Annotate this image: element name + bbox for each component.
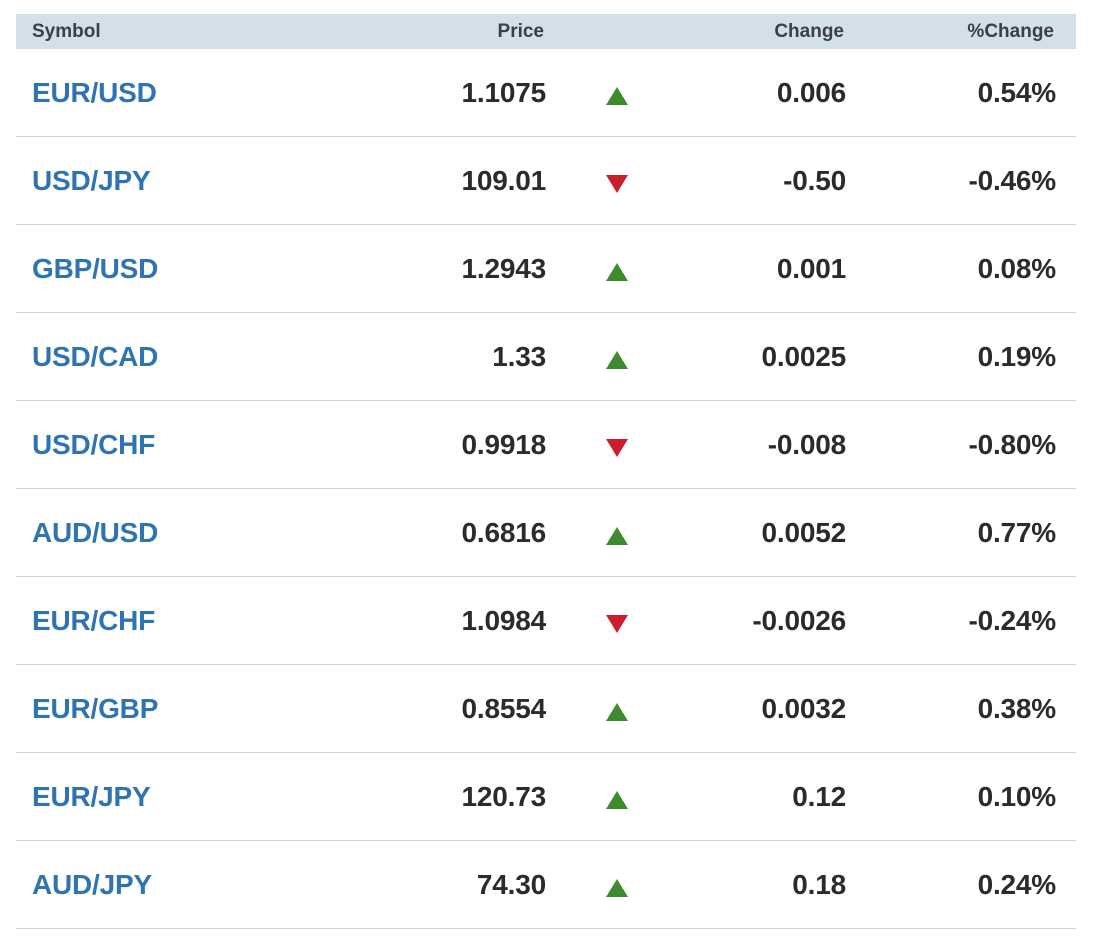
symbol-link[interactable]: AUD/USD xyxy=(32,489,158,577)
price-value: 109.01 xyxy=(461,165,547,196)
pct-change-value: -0.46% xyxy=(968,165,1056,196)
pct-change-value: 0.24% xyxy=(977,869,1057,900)
table-row: GBP/USD 1.2943 0.001 0.08% xyxy=(16,225,1076,313)
pct-change-value: 0.38% xyxy=(977,693,1057,724)
pct-change-value: -0.24% xyxy=(968,605,1056,636)
change-value: 0.12 xyxy=(792,781,846,812)
triangle-up-icon xyxy=(606,351,628,369)
symbol-link[interactable]: USD/JPY xyxy=(32,137,151,225)
symbol-link[interactable]: USD/CHF xyxy=(32,401,155,489)
symbol-link[interactable]: USD/CAD xyxy=(32,313,158,401)
pct-change-value: 0.77% xyxy=(977,517,1057,548)
symbol-link[interactable]: AUD/JPY xyxy=(32,841,152,929)
table-header: Symbol Price Change %Change xyxy=(16,14,1076,49)
price-value: 74.30 xyxy=(476,869,546,900)
triangle-up-icon xyxy=(606,87,628,105)
triangle-down-icon xyxy=(606,439,628,457)
table-row: EUR/CHF 1.0984 -0.0026 -0.24% xyxy=(16,577,1076,665)
symbol-link[interactable]: EUR/CHF xyxy=(32,577,155,665)
change-value: 0.0032 xyxy=(761,693,847,724)
column-header-pct-change[interactable]: %Change xyxy=(967,14,1054,50)
table-row: USD/CHF 0.9918 -0.008 -0.80% xyxy=(16,401,1076,489)
change-value: 0.18 xyxy=(792,869,846,900)
symbol-link[interactable]: EUR/GBP xyxy=(32,665,158,753)
change-value: 0.006 xyxy=(776,77,846,108)
price-value: 0.9918 xyxy=(461,429,547,460)
change-value: 0.0052 xyxy=(761,517,847,548)
triangle-up-icon xyxy=(606,703,628,721)
price-value: 1.0984 xyxy=(461,605,547,636)
symbol-link[interactable]: GBP/USD xyxy=(32,225,158,313)
price-value: 0.8554 xyxy=(461,693,547,724)
table-row: EUR/GBP 0.8554 0.0032 0.38% xyxy=(16,665,1076,753)
price-value: 1.1075 xyxy=(461,77,547,108)
table-row: AUD/JPY 74.30 0.18 0.24% xyxy=(16,841,1076,929)
pct-change-value: -0.80% xyxy=(968,429,1056,460)
table-row: USD/JPY 109.01 -0.50 -0.46% xyxy=(16,137,1076,225)
symbol-link[interactable]: EUR/JPY xyxy=(32,753,151,841)
triangle-down-icon xyxy=(606,175,628,193)
price-value: 0.6816 xyxy=(461,517,547,548)
pct-change-value: 0.08% xyxy=(977,253,1057,284)
table-row: AUD/USD 0.6816 0.0052 0.77% xyxy=(16,489,1076,577)
change-value: 0.0025 xyxy=(761,341,847,372)
price-value: 1.33 xyxy=(492,341,546,372)
column-header-price[interactable]: Price xyxy=(498,14,544,50)
column-header-symbol[interactable]: Symbol xyxy=(32,14,101,50)
price-value: 1.2943 xyxy=(461,253,547,284)
price-value: 120.73 xyxy=(461,781,547,812)
change-value: -0.0026 xyxy=(752,605,846,636)
change-value: -0.008 xyxy=(767,429,846,460)
table-row: EUR/USD 1.1075 0.006 0.54% xyxy=(16,49,1076,137)
triangle-up-icon xyxy=(606,263,628,281)
currency-quotes-table: Symbol Price Change %Change EUR/USD 1.10… xyxy=(16,14,1076,929)
table-row: USD/CAD 1.33 0.0025 0.19% xyxy=(16,313,1076,401)
table-row: EUR/JPY 120.73 0.12 0.10% xyxy=(16,753,1076,841)
pct-change-value: 0.19% xyxy=(977,341,1057,372)
triangle-up-icon xyxy=(606,527,628,545)
triangle-down-icon xyxy=(606,615,628,633)
pct-change-value: 0.10% xyxy=(977,781,1057,812)
triangle-up-icon xyxy=(606,791,628,809)
pct-change-value: 0.54% xyxy=(977,77,1057,108)
symbol-link[interactable]: EUR/USD xyxy=(32,49,157,137)
change-value: -0.50 xyxy=(783,165,846,196)
triangle-up-icon xyxy=(606,879,628,897)
column-header-change[interactable]: Change xyxy=(774,14,844,50)
change-value: 0.001 xyxy=(776,253,846,284)
